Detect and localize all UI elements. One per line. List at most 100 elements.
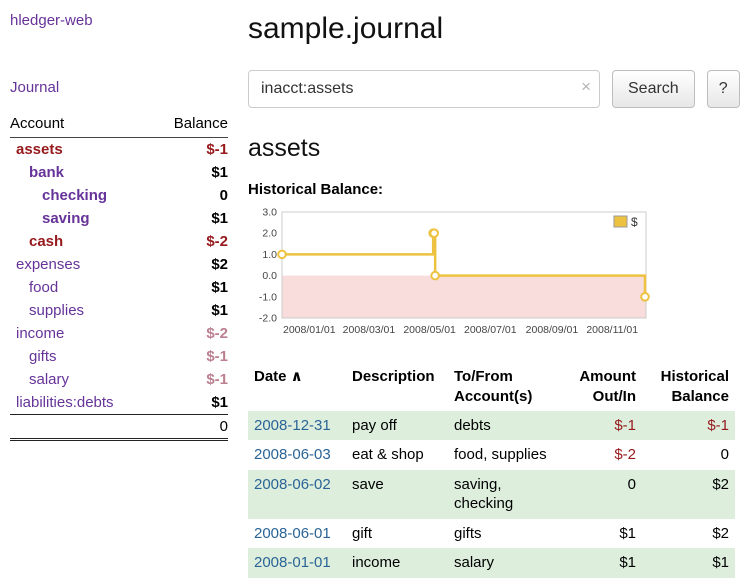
account-row: expenses$2	[10, 253, 228, 276]
accounts-header-account: Account	[10, 112, 153, 138]
register-accounts: saving, checking	[448, 470, 562, 519]
data-point-marker	[431, 272, 439, 280]
accounts-total-spacer	[10, 415, 153, 440]
register-row: 2008-06-02savesaving, checking0$2	[248, 470, 735, 519]
search-input[interactable]	[248, 70, 600, 108]
chart-title: Historical Balance:	[248, 181, 742, 198]
account-link[interactable]: gifts	[29, 348, 57, 365]
register-date-cell: 2008-01-01	[248, 548, 346, 578]
register-description: eat & shop	[346, 440, 448, 470]
register-description: save	[346, 470, 448, 519]
account-row: liabilities:debts $1	[10, 391, 228, 415]
account-balance: 0	[153, 184, 228, 207]
account-name-cell: income	[10, 322, 153, 345]
register-header-description: Description	[346, 364, 448, 411]
accounts-total-value: 0	[153, 415, 228, 440]
register-accounts: debts	[448, 411, 562, 441]
x-tick-label: 2008/03/01	[343, 324, 396, 336]
search-box: ×	[248, 70, 600, 108]
x-tick-label: 2008/01/01	[283, 324, 336, 336]
journal-link[interactable]: Journal	[10, 79, 228, 96]
negative-region	[282, 276, 646, 318]
register-description: pay off	[346, 411, 448, 441]
account-row: cash$-2	[10, 230, 228, 253]
account-row: food $1	[10, 276, 228, 299]
register-amount: $1	[562, 519, 642, 549]
account-name-cell: assets	[10, 138, 153, 162]
account-name-cell: salary	[10, 368, 153, 391]
register-header-date[interactable]: Date ∧	[248, 364, 346, 411]
x-tick-label: 2008/11/01	[586, 324, 638, 336]
account-link[interactable]: assets	[16, 141, 63, 158]
account-balance: $1	[153, 207, 228, 230]
account-name-cell: expenses	[10, 253, 153, 276]
account-link[interactable]: food	[29, 279, 58, 296]
transaction-date-link[interactable]: 2008-12-31	[254, 417, 331, 434]
register-amount: $-2	[562, 440, 642, 470]
account-link[interactable]: income	[16, 325, 64, 342]
register-header-row: Date ∧DescriptionTo/FromAccount(s)Amount…	[248, 364, 735, 411]
account-row: assets $-1	[10, 138, 228, 162]
account-name-cell: checking	[10, 184, 153, 207]
account-row: bank $1	[10, 161, 228, 184]
register-header-balance: HistoricalBalance	[642, 364, 735, 411]
account-name-cell: cash	[10, 230, 153, 253]
account-balance: $-1	[153, 345, 228, 368]
account-row: supplies $1	[10, 299, 228, 322]
register-accounts: gifts	[448, 519, 562, 549]
account-balance: $1	[153, 391, 228, 415]
account-balance: $-1	[153, 368, 228, 391]
search-bar: × Search ?	[248, 70, 742, 108]
account-link[interactable]: liabilities:debts	[16, 394, 114, 411]
account-balance: $-2	[153, 322, 228, 345]
account-link[interactable]: supplies	[29, 302, 84, 319]
register-row: 2008-01-01incomesalary$1$1	[248, 548, 735, 578]
register-description: income	[346, 548, 448, 578]
x-tick-label: 2008/05/01	[403, 324, 456, 336]
transaction-date-link[interactable]: 2008-06-01	[254, 525, 331, 542]
account-row: income $-2	[10, 322, 228, 345]
chart-svg: 3.02.01.00.0-1.0-2.02008/01/012008/03/01…	[248, 202, 660, 348]
search-button[interactable]: Search	[612, 70, 695, 108]
register-header-accounts: To/FromAccount(s)	[448, 364, 562, 411]
account-balance: $1	[153, 276, 228, 299]
transaction-date-link[interactable]: 2008-06-03	[254, 446, 331, 463]
register-balance: 0	[642, 440, 735, 470]
register-date-cell: 2008-06-02	[248, 470, 346, 519]
account-name-cell: food	[10, 276, 153, 299]
account-name-cell: liabilities:debts	[10, 391, 153, 415]
register-date-cell: 2008-12-31	[248, 411, 346, 441]
register-description: gift	[346, 519, 448, 549]
account-name-cell: saving	[10, 207, 153, 230]
transaction-date-link[interactable]: 2008-06-02	[254, 476, 331, 493]
account-balance: $1	[153, 161, 228, 184]
account-balance: $-1	[153, 138, 228, 162]
app-title-link[interactable]: hledger-web	[10, 12, 228, 29]
help-button[interactable]: ?	[707, 70, 740, 108]
y-tick-label: 2.0	[262, 228, 277, 240]
account-link[interactable]: salary	[29, 371, 69, 388]
y-tick-label: 1.0	[262, 249, 277, 261]
y-tick-label: 0.0	[262, 270, 277, 282]
register-amount: $1	[562, 548, 642, 578]
account-link[interactable]: saving	[42, 210, 90, 227]
x-tick-label: 2008/09/01	[526, 324, 579, 336]
data-point-marker	[278, 251, 286, 259]
legend-label: $	[631, 215, 638, 229]
account-link[interactable]: checking	[42, 187, 107, 204]
register-date-cell: 2008-06-03	[248, 440, 346, 470]
clear-search-icon[interactable]: ×	[581, 78, 591, 95]
register-row: 2008-06-01giftgifts$1$2	[248, 519, 735, 549]
register-balance: $2	[642, 470, 735, 519]
data-point-marker	[641, 293, 649, 301]
account-row: gifts $-1	[10, 345, 228, 368]
account-link[interactable]: bank	[29, 164, 64, 181]
y-tick-label: 3.0	[262, 207, 277, 219]
account-link[interactable]: cash	[29, 233, 63, 250]
register-row: 2008-06-03eat & shopfood, supplies$-20	[248, 440, 735, 470]
transaction-date-link[interactable]: 2008-01-01	[254, 554, 331, 571]
account-balance: $1	[153, 299, 228, 322]
account-link[interactable]: expenses	[16, 256, 80, 273]
page-title: sample.journal	[248, 12, 742, 46]
sidebar: hledger-web Journal Account Balance asse…	[0, 0, 238, 441]
